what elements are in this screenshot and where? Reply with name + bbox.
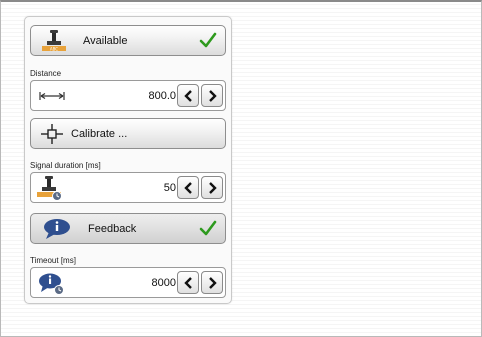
- calibrate-label: Calibrate ...: [71, 128, 128, 140]
- settings-panel: ABC Available Distance 800.0 Calibrate .…: [24, 16, 232, 304]
- distance-value: 800.0: [148, 90, 176, 102]
- stamp-icon: ABC: [42, 30, 66, 52]
- distance-field[interactable]: 800.0: [30, 80, 226, 111]
- checkmark-icon: [199, 220, 217, 236]
- signal-duration-field[interactable]: 50: [30, 172, 226, 203]
- speech-bubble-timer-icon: [39, 273, 64, 295]
- calibrate-button[interactable]: Calibrate ...: [30, 118, 226, 149]
- distance-arrows-icon: [39, 92, 65, 100]
- crosshair-icon: [41, 124, 63, 144]
- timeout-field[interactable]: 8000: [30, 267, 226, 298]
- chevron-right-icon: [209, 277, 217, 289]
- distance-caption: Distance: [30, 69, 62, 78]
- feedback-label: Feedback: [88, 223, 137, 235]
- distance-increase-button[interactable]: [201, 84, 223, 107]
- chevron-right-icon: [209, 182, 217, 194]
- available-label: Available: [83, 35, 128, 47]
- chevron-left-icon: [184, 182, 192, 194]
- window-frame: ABC Available Distance 800.0 Calibrate .…: [0, 0, 482, 337]
- chevron-left-icon: [184, 277, 192, 289]
- timeout-increase-button[interactable]: [201, 271, 223, 294]
- signal-duration-caption: Signal duration [ms]: [30, 161, 101, 170]
- distance-decrease-button[interactable]: [177, 84, 199, 107]
- timeout-decrease-button[interactable]: [177, 271, 199, 294]
- stamp-timer-icon: [37, 176, 62, 201]
- timeout-value: 8000: [151, 277, 176, 289]
- chevron-right-icon: [209, 90, 217, 102]
- speech-bubble-info-icon: [44, 219, 70, 239]
- chevron-left-icon: [184, 90, 192, 102]
- timeout-caption: Timeout [ms]: [30, 256, 76, 265]
- feedback-toggle-button[interactable]: Feedback: [30, 213, 226, 244]
- svg-text:ABC: ABC: [50, 47, 58, 52]
- available-toggle-button[interactable]: ABC Available: [30, 25, 226, 56]
- checkmark-icon: [199, 32, 217, 48]
- signal-duration-decrease-button[interactable]: [177, 176, 199, 199]
- signal-duration-value: 50: [163, 182, 176, 194]
- signal-duration-increase-button[interactable]: [201, 176, 223, 199]
